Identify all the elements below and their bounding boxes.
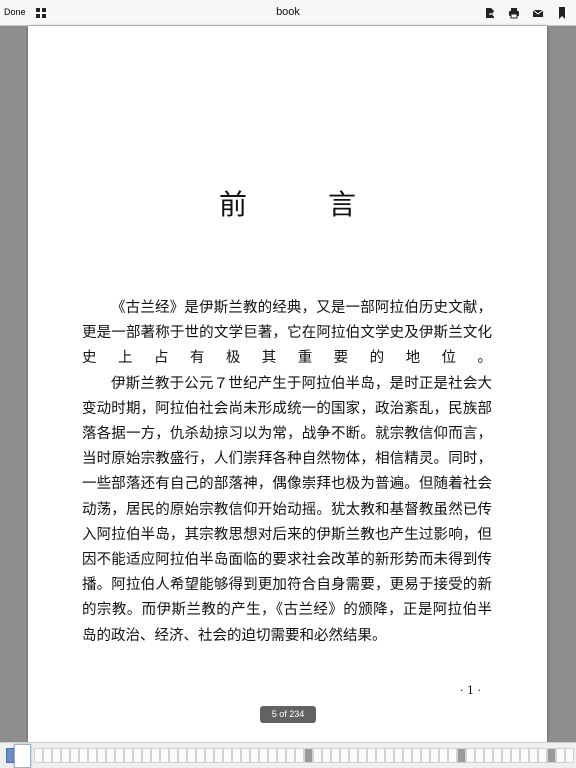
thumbnail[interactable] bbox=[196, 748, 205, 763]
mail-icon[interactable] bbox=[532, 7, 544, 19]
print-icon[interactable] bbox=[508, 7, 520, 19]
thumbnail[interactable] bbox=[187, 748, 196, 763]
thumbnail[interactable] bbox=[421, 748, 430, 763]
thumbnail[interactable] bbox=[259, 748, 268, 763]
thumbnail[interactable] bbox=[367, 748, 376, 763]
thumbnail[interactable] bbox=[376, 748, 385, 763]
thumbnail[interactable] bbox=[412, 748, 421, 763]
thumbnail[interactable] bbox=[556, 748, 565, 763]
thumbnail[interactable] bbox=[340, 748, 349, 763]
document-page: 前 言 《古兰经》是伊斯兰教的经典，又是一部阿拉伯历史文献，更是一部著称于世的文… bbox=[28, 26, 547, 742]
thumbnail[interactable] bbox=[475, 748, 484, 763]
thumbnail[interactable] bbox=[331, 748, 340, 763]
thumbnail[interactable] bbox=[34, 748, 43, 763]
thumbnail[interactable] bbox=[520, 748, 529, 763]
thumbnail[interactable] bbox=[61, 748, 70, 763]
thumbnail[interactable] bbox=[439, 748, 448, 763]
thumbnail[interactable] bbox=[313, 748, 322, 763]
export-icon[interactable] bbox=[484, 7, 496, 19]
printed-page-number: · 1 · bbox=[460, 684, 481, 697]
paragraph-1: 《古兰经》是伊斯兰教的经典，又是一部阿拉伯历史文献，更是一部著称于世的文学巨著，… bbox=[82, 300, 492, 367]
thumbnail[interactable] bbox=[268, 748, 277, 763]
thumbnail[interactable] bbox=[115, 748, 124, 763]
thumbnail[interactable] bbox=[160, 748, 169, 763]
thumbnail[interactable] bbox=[169, 748, 178, 763]
thumbnail[interactable] bbox=[88, 748, 97, 763]
thumbnail[interactable] bbox=[250, 748, 259, 763]
thumbnail[interactable] bbox=[142, 748, 151, 763]
thumbnail[interactable] bbox=[358, 748, 367, 763]
thumbnail[interactable] bbox=[97, 748, 106, 763]
bookmark-icon[interactable] bbox=[556, 7, 568, 19]
thumbnail[interactable] bbox=[484, 748, 493, 763]
thumbnail[interactable] bbox=[214, 748, 223, 763]
paragraph-2: 伊斯兰教于公元７世纪产生于阿拉伯半岛，是时正是社会大变动时期，阿拉伯社会尚未形成… bbox=[82, 375, 492, 644]
thumbnail[interactable] bbox=[277, 748, 286, 763]
thumbnail[interactable] bbox=[79, 748, 88, 763]
thumbnail[interactable] bbox=[286, 748, 295, 763]
thumbnail[interactable] bbox=[43, 748, 52, 763]
thumbnail[interactable] bbox=[295, 748, 304, 763]
thumbnail[interactable] bbox=[385, 748, 394, 763]
thumbnail[interactable] bbox=[493, 748, 502, 763]
thumbnail[interactable] bbox=[349, 748, 358, 763]
page-counter-badge: 5 of 234 bbox=[260, 706, 316, 723]
thumbnail[interactable] bbox=[457, 748, 466, 763]
thumbnail[interactable] bbox=[565, 748, 574, 763]
thumbnail[interactable] bbox=[124, 748, 133, 763]
thumbnail[interactable] bbox=[466, 748, 475, 763]
thumbnail[interactable] bbox=[205, 748, 214, 763]
thumbnail[interactable] bbox=[232, 748, 241, 763]
thumbnail[interactable] bbox=[322, 748, 331, 763]
thumbnail-current[interactable] bbox=[14, 744, 31, 768]
page-body: 《古兰经》是伊斯兰教的经典，又是一部阿拉伯历史文献，更是一部著称于世的文学巨著，… bbox=[82, 296, 492, 649]
thumbnail[interactable] bbox=[223, 748, 232, 763]
thumbnail[interactable] bbox=[547, 748, 556, 763]
thumbnail[interactable] bbox=[304, 748, 313, 763]
thumbnail[interactable] bbox=[403, 748, 412, 763]
thumbnail[interactable] bbox=[448, 748, 457, 763]
thumbnail[interactable] bbox=[70, 748, 79, 763]
done-button[interactable]: Done bbox=[4, 7, 26, 17]
thumbnail[interactable] bbox=[178, 748, 187, 763]
thumbnail[interactable] bbox=[241, 748, 250, 763]
thumbnail-strip[interactable] bbox=[0, 742, 576, 768]
thumbnail[interactable] bbox=[430, 748, 439, 763]
thumbnail[interactable] bbox=[529, 748, 538, 763]
thumbnail[interactable] bbox=[151, 748, 160, 763]
thumbnail[interactable] bbox=[106, 748, 115, 763]
thumbnail[interactable] bbox=[502, 748, 511, 763]
thumbnail[interactable] bbox=[133, 748, 142, 763]
top-toolbar: Done book bbox=[0, 0, 576, 26]
thumbnail[interactable] bbox=[394, 748, 403, 763]
page-heading: 前 言 bbox=[219, 188, 392, 221]
thumbnail[interactable] bbox=[511, 748, 520, 763]
grid-icon[interactable] bbox=[36, 8, 46, 18]
thumbnail[interactable] bbox=[52, 748, 61, 763]
thumbnail[interactable] bbox=[538, 748, 547, 763]
